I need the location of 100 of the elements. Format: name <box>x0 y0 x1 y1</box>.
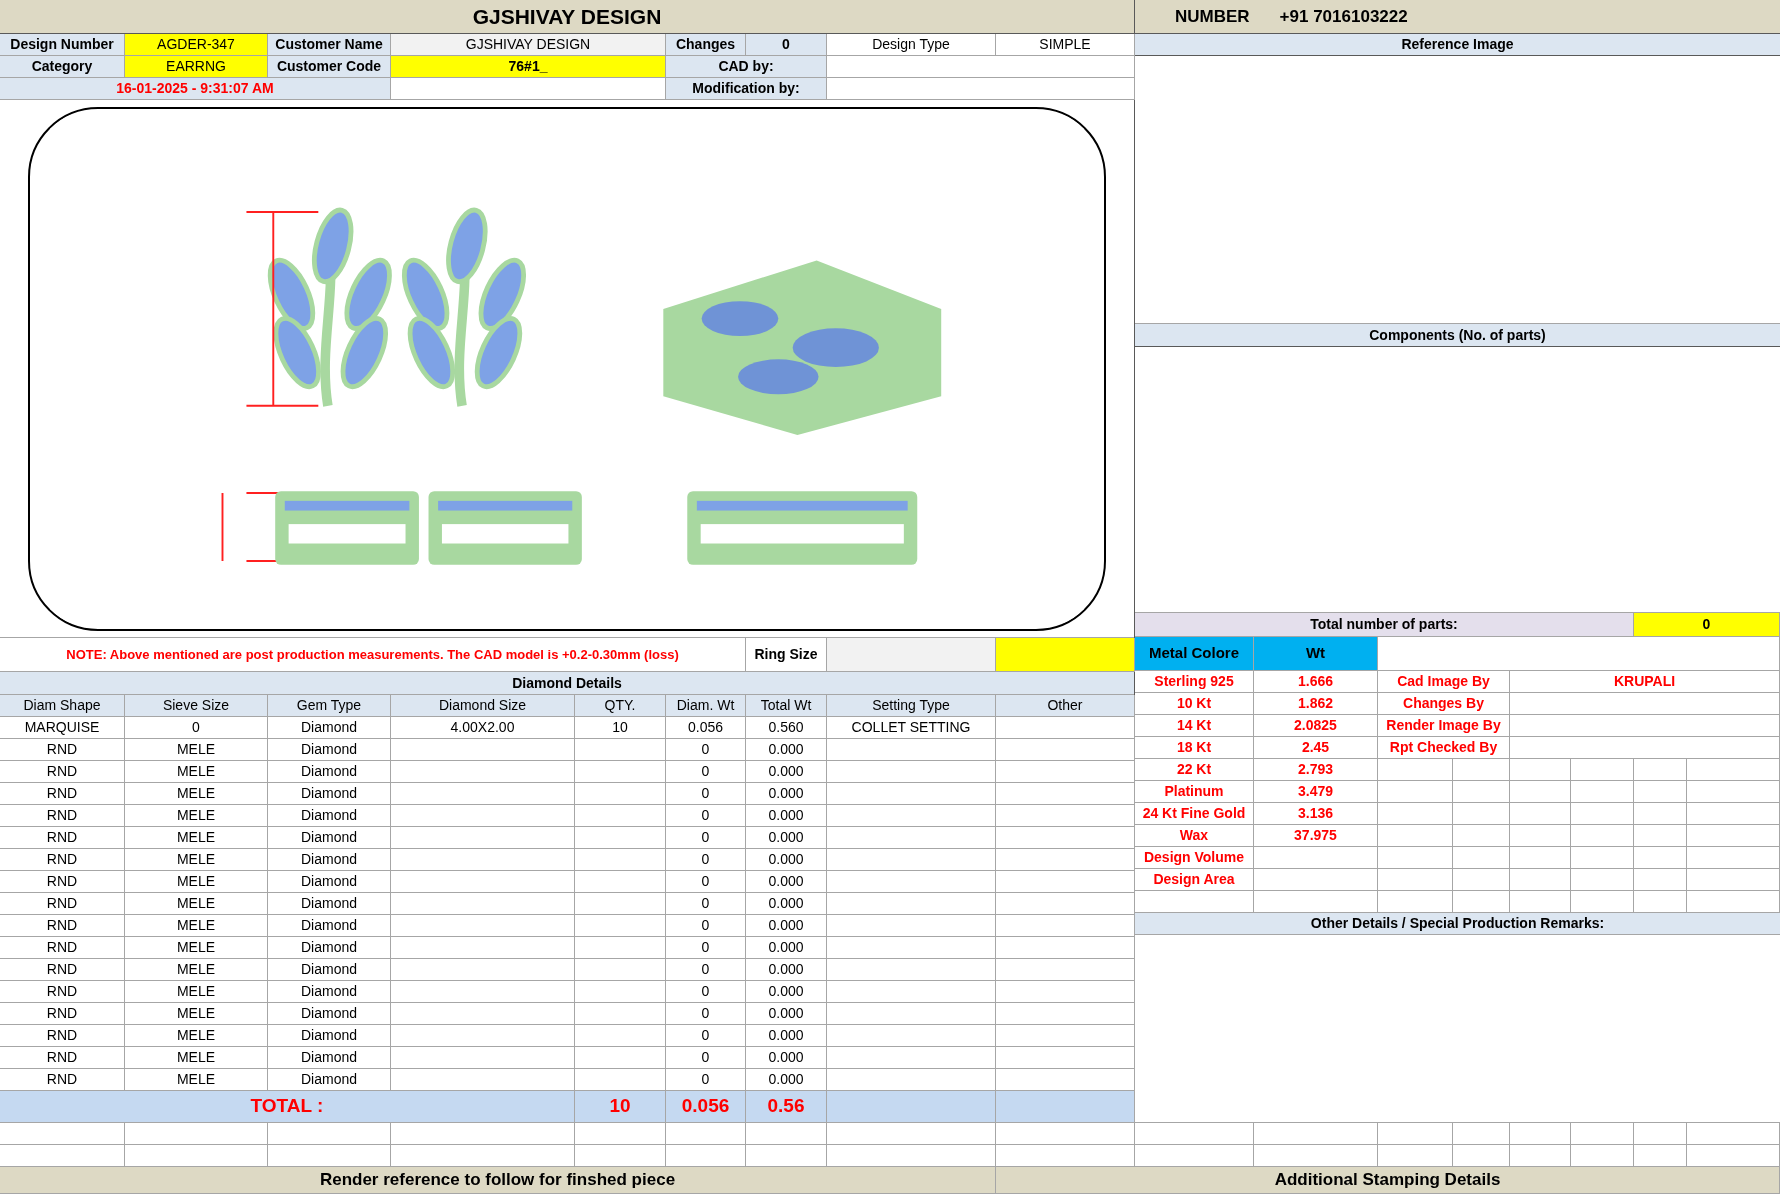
table-cell: Diamond <box>268 739 391 761</box>
table-cell: Diamond <box>268 783 391 805</box>
metal-name: 22 Kt <box>1135 759 1254 781</box>
table-cell: 0 <box>666 1047 746 1069</box>
table-cell <box>1453 803 1510 825</box>
table-cell: 0.000 <box>746 959 827 981</box>
table-cell <box>1453 759 1510 781</box>
table-cell <box>1634 759 1687 781</box>
table-cell: MELE <box>125 893 268 915</box>
table-cell: MELE <box>125 761 268 783</box>
field-label: CAD by: <box>666 56 827 78</box>
metal-weight: 2.45 <box>1254 737 1378 759</box>
table-cell: 0.000 <box>746 827 827 849</box>
column-header: Diam. Wt <box>666 695 746 717</box>
section-header: Reference Image <box>1135 34 1780 56</box>
table-cell: 0 <box>666 805 746 827</box>
table-cell: Diamond <box>268 1003 391 1025</box>
table-cell: Diamond <box>268 761 391 783</box>
table-cell: MELE <box>125 739 268 761</box>
table-cell: MELE <box>125 915 268 937</box>
table-cell: RND <box>0 761 125 783</box>
total-value: 0.056 <box>666 1091 746 1123</box>
table-cell <box>1510 759 1571 781</box>
table-cell: MELE <box>125 805 268 827</box>
section-header: Diamond Details <box>0 672 1134 695</box>
table-cell <box>1571 781 1634 803</box>
table-cell: MELE <box>125 871 268 893</box>
table-cell: 0 <box>666 959 746 981</box>
table-cell: 0 <box>666 915 746 937</box>
metal-name: Design Area <box>1135 869 1254 891</box>
table-cell <box>1453 825 1510 847</box>
table-cell: 0 <box>666 893 746 915</box>
table-cell: 0 <box>666 827 746 849</box>
table-cell: Diamond <box>268 937 391 959</box>
table-cell: 10 <box>575 717 666 739</box>
metal-name: 10 Kt <box>1135 693 1254 715</box>
table-cell: 0.000 <box>746 871 827 893</box>
metal-name: Wax <box>1135 825 1254 847</box>
metal-name: Design Volume <box>1135 847 1254 869</box>
table-cell <box>1510 847 1571 869</box>
table-cell: MELE <box>125 849 268 871</box>
column-header: Diam Shape <box>0 695 125 717</box>
table-cell: 4.00X2.00 <box>391 717 575 739</box>
table-cell <box>1453 869 1510 891</box>
table-cell <box>1571 847 1634 869</box>
column-header: Total Wt <box>746 695 827 717</box>
table-cell: RND <box>0 739 125 761</box>
table-cell: MELE <box>125 1003 268 1025</box>
table-cell <box>1634 781 1687 803</box>
field-label: Cad Image By <box>1378 671 1510 693</box>
metal-name: Platinum <box>1135 781 1254 803</box>
table-cell: RND <box>0 893 125 915</box>
field-value: 76#1_ <box>391 56 666 78</box>
table-cell: 0.560 <box>746 717 827 739</box>
table-cell: MELE <box>125 827 268 849</box>
field-label: Total number of parts: <box>1135 613 1634 637</box>
table-cell: 0 <box>666 783 746 805</box>
table-cell: RND <box>0 1003 125 1025</box>
metal-name: 24 Kt Fine Gold <box>1135 803 1254 825</box>
column-header: Sieve Size <box>125 695 268 717</box>
field-value: AGDER-347 <box>125 34 268 56</box>
table-cell <box>1571 759 1634 781</box>
table-cell <box>1510 803 1571 825</box>
section-header: Other Details / Special Production Remarks: <box>1135 913 1780 935</box>
table-cell <box>1634 847 1687 869</box>
table-cell: Diamond <box>268 849 391 871</box>
total-value: 0.56 <box>746 1091 827 1123</box>
metal-weight: 3.136 <box>1254 803 1378 825</box>
table-cell: 0.000 <box>746 761 827 783</box>
table-cell <box>1571 869 1634 891</box>
table-cell: RND <box>0 1025 125 1047</box>
metal-weight: 37.975 <box>1254 825 1378 847</box>
table-cell: Diamond <box>268 827 391 849</box>
metal-weight: 2.793 <box>1254 759 1378 781</box>
table-cell: Diamond <box>268 717 391 739</box>
table-cell: 0 <box>125 717 268 739</box>
table-cell: 0 <box>666 1025 746 1047</box>
table-cell: Diamond <box>268 893 391 915</box>
table-cell: RND <box>0 849 125 871</box>
table-cell: 0.000 <box>746 915 827 937</box>
table-cell: Diamond <box>268 1047 391 1069</box>
table-cell <box>1634 869 1687 891</box>
metal-weight: 1.666 <box>1254 671 1378 693</box>
table-cell <box>1634 825 1687 847</box>
table-cell: 0.000 <box>746 1003 827 1025</box>
table-cell: 0 <box>666 849 746 871</box>
metal-weight: 3.479 <box>1254 781 1378 803</box>
table-cell <box>1510 825 1571 847</box>
table-cell <box>1453 781 1510 803</box>
table-cell: RND <box>0 783 125 805</box>
footer-title: Additional Stamping Details <box>996 1167 1780 1194</box>
section-header: Components (No. of parts) <box>1135 324 1780 347</box>
table-cell: 0 <box>666 871 746 893</box>
column-header: Gem Type <box>268 695 391 717</box>
table-cell: Diamond <box>268 871 391 893</box>
field-value: KRUPALI <box>1510 671 1780 693</box>
column-header: Other <box>996 695 1135 717</box>
table-cell <box>1634 803 1687 825</box>
table-cell: MELE <box>125 937 268 959</box>
table-cell: MELE <box>125 981 268 1003</box>
